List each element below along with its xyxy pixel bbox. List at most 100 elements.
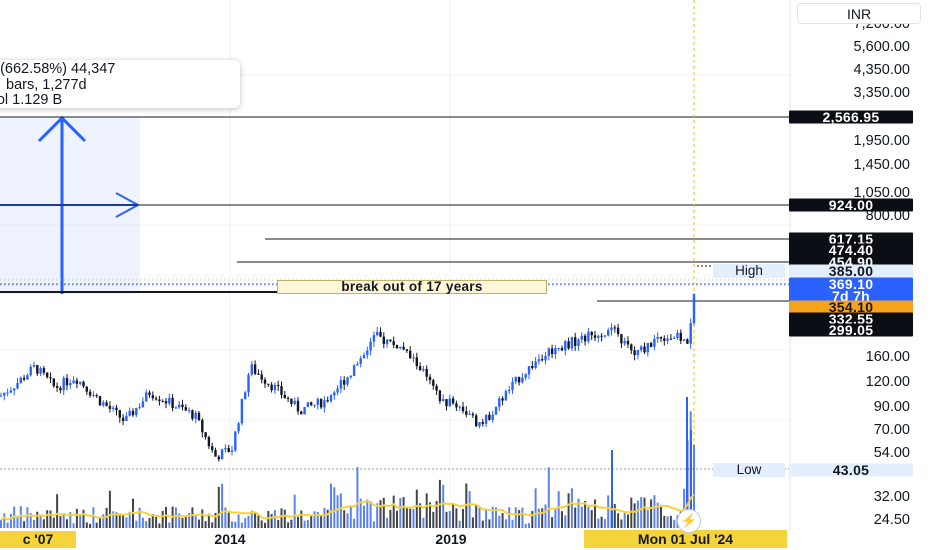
candle-body	[26, 375, 29, 380]
price-tick-label: 3,350.00	[854, 85, 910, 101]
candle-body	[286, 397, 290, 399]
candle-body	[290, 398, 293, 404]
candle-body	[283, 394, 286, 398]
volume-bar	[33, 519, 35, 528]
volume-bar	[663, 515, 666, 528]
candle-body	[399, 346, 402, 349]
candle-body	[422, 368, 425, 371]
volume-bar	[660, 507, 662, 528]
candle-body	[323, 400, 326, 408]
candle-body	[597, 335, 600, 338]
volume-bar	[23, 521, 26, 528]
candle-body	[438, 390, 442, 402]
volume-bar	[386, 517, 389, 528]
candle-body	[610, 327, 613, 331]
candle-body	[174, 407, 178, 409]
volume-bar	[254, 512, 257, 528]
volume-bar	[49, 510, 52, 528]
volume-bar	[39, 515, 42, 528]
high-label: High	[713, 264, 785, 278]
candle-body	[534, 361, 537, 368]
volume-bar	[508, 507, 511, 528]
candle-body	[593, 335, 597, 338]
candle-body	[356, 364, 359, 366]
candle-body	[633, 350, 636, 356]
volume-bar	[514, 507, 517, 528]
candle-body	[626, 340, 630, 345]
candle-body	[329, 395, 333, 402]
candle-body	[491, 414, 494, 420]
volume-bar	[42, 519, 45, 528]
volume-bar	[448, 511, 451, 528]
volume-bar	[310, 515, 313, 528]
volume-bar	[452, 503, 455, 528]
candle-body	[247, 374, 250, 393]
volume-bar	[267, 510, 270, 528]
currency-selector[interactable]: INR	[797, 3, 921, 24]
candle-body	[296, 400, 300, 412]
candle-body	[138, 407, 141, 409]
volume-bar	[597, 518, 600, 528]
time-label-2014: 2014	[214, 531, 246, 547]
candle-body	[666, 338, 669, 341]
volume-bar	[471, 517, 474, 528]
candle-body	[171, 397, 174, 409]
candle-body	[230, 450, 234, 453]
price-tick-label: 120.00	[866, 374, 910, 390]
breakout-annotation[interactable]: break out of 17 years	[277, 280, 547, 294]
volume-bar	[590, 510, 593, 528]
volume-bars	[0, 397, 695, 528]
measure-bars: bars, 1,277d	[6, 76, 87, 93]
volume-bar	[666, 516, 669, 528]
volume-bar	[280, 508, 283, 528]
volume-bar	[534, 488, 537, 528]
measure-change: 5 (662.58%) 44,347	[0, 61, 116, 77]
volume-bar	[366, 499, 369, 528]
candle-body	[392, 341, 395, 346]
candle-body	[653, 338, 656, 347]
volume-bar	[537, 508, 540, 528]
volume-bar	[396, 510, 398, 528]
candle-body	[445, 399, 448, 407]
candle-body	[303, 407, 306, 415]
volume-bar	[16, 516, 19, 528]
candle-body	[362, 354, 366, 359]
candle-body	[412, 357, 415, 359]
volume-bar	[478, 508, 481, 528]
candle-body	[405, 349, 409, 351]
candle-body	[29, 366, 32, 376]
candle-body	[257, 373, 260, 375]
volume-bar	[46, 510, 49, 528]
candle-body	[184, 407, 187, 411]
candle-body	[46, 372, 49, 378]
candle-body	[343, 380, 346, 385]
candle-body	[148, 392, 151, 396]
price-tick-label: 4,350.00	[854, 62, 910, 78]
volume-bar	[181, 517, 184, 528]
price-tick-label: 1,450.00	[854, 157, 910, 173]
candle-body	[488, 414, 491, 420]
candle-body	[564, 341, 567, 351]
volume-bar	[184, 516, 187, 528]
price-tick-label: 90.00	[874, 399, 910, 415]
candle-body	[508, 389, 511, 392]
candle-body	[250, 364, 253, 375]
volume-bar	[445, 511, 448, 528]
candle-body	[402, 346, 405, 350]
candle-body	[3, 392, 6, 396]
candle-body	[32, 365, 36, 367]
candle-body	[181, 404, 184, 408]
volume-bar	[603, 519, 606, 528]
volume-bar	[633, 503, 636, 528]
lightning-icon[interactable]: ⚡	[677, 509, 701, 533]
candle-body	[52, 378, 55, 387]
volume-bar	[363, 505, 365, 528]
volume-bar	[673, 519, 676, 528]
volume-bar	[653, 495, 656, 528]
volume-bar	[594, 499, 596, 528]
volume-bar	[462, 508, 464, 528]
candle-body	[273, 384, 277, 391]
volume-bar	[330, 483, 332, 528]
candle-body	[676, 332, 679, 339]
candle-body	[418, 366, 422, 371]
